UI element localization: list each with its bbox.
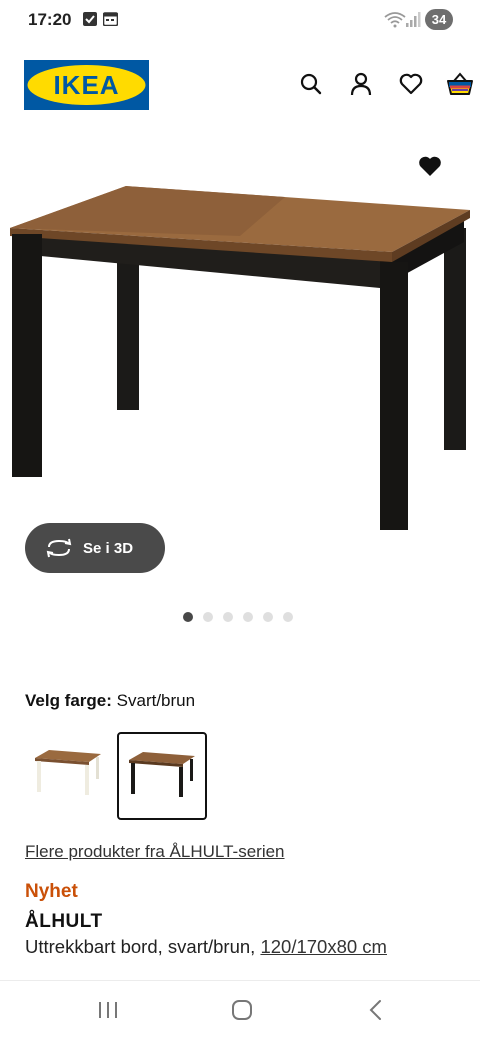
search-icon — [300, 73, 322, 100]
color-swatch-white-brown[interactable] — [25, 732, 111, 816]
system-nav-bar — [0, 980, 480, 1041]
product-description-text: Uttrekkbart bord, svart/brun, — [25, 936, 261, 957]
check-square-icon — [83, 12, 97, 31]
pagination-dot[interactable] — [283, 612, 293, 622]
pagination-dot[interactable] — [243, 612, 253, 622]
pagination-dot[interactable] — [263, 612, 273, 622]
color-label-prefix: Velg farge: — [25, 691, 112, 710]
product-dimensions-link[interactable]: 120/170x80 cm — [260, 936, 387, 957]
rotate-3d-icon — [45, 534, 73, 562]
wifi-icon — [384, 11, 406, 33]
pagination-dot[interactable] — [183, 612, 193, 622]
view-in-3d-button[interactable]: Se i 3D — [25, 523, 165, 573]
color-swatch-black-brown[interactable] — [117, 732, 207, 820]
view-in-3d-label: Se i 3D — [83, 539, 134, 557]
user-icon — [350, 72, 372, 101]
selected-color-value: Svart/brun — [116, 691, 196, 710]
cart-button[interactable] — [446, 71, 474, 101]
logo-text: IKEA — [53, 70, 119, 100]
pagination-dot[interactable] — [203, 612, 213, 622]
search-button[interactable] — [297, 72, 325, 100]
back-icon — [368, 999, 384, 1026]
image-pagination — [183, 612, 293, 624]
calendar-icon — [102, 12, 119, 31]
recent-apps-icon — [97, 1000, 119, 1025]
product-description: Uttrekkbart bord, svart/brun, 120/170x80… — [25, 936, 387, 958]
new-badge: Nyhet — [25, 881, 78, 902]
status-time: 17:20 — [28, 10, 72, 29]
home-icon — [231, 999, 253, 1026]
color-selection-label: Velg farge: Svart/brun — [25, 691, 195, 711]
home-button[interactable] — [228, 999, 256, 1025]
pagination-dot[interactable] — [223, 612, 233, 622]
site-header: IKEA — [0, 50, 480, 120]
signal-icon — [406, 12, 422, 32]
recent-apps-button[interactable] — [94, 999, 122, 1025]
status-bar: 17:20 34 — [0, 0, 480, 40]
heart-icon — [399, 73, 423, 100]
back-button[interactable] — [362, 999, 390, 1025]
series-link[interactable]: Flere produkter fra ÅLHULT-serien — [25, 842, 285, 862]
heart-filled-icon — [418, 155, 442, 182]
basket-icon — [446, 71, 474, 101]
product-name: ÅLHULT — [25, 911, 103, 932]
ikea-logo[interactable]: IKEA — [24, 60, 149, 110]
account-button[interactable] — [347, 72, 375, 100]
favourites-button[interactable] — [397, 72, 425, 100]
product-favourite-button[interactable] — [416, 154, 444, 182]
battery-indicator: 34 — [425, 9, 453, 30]
